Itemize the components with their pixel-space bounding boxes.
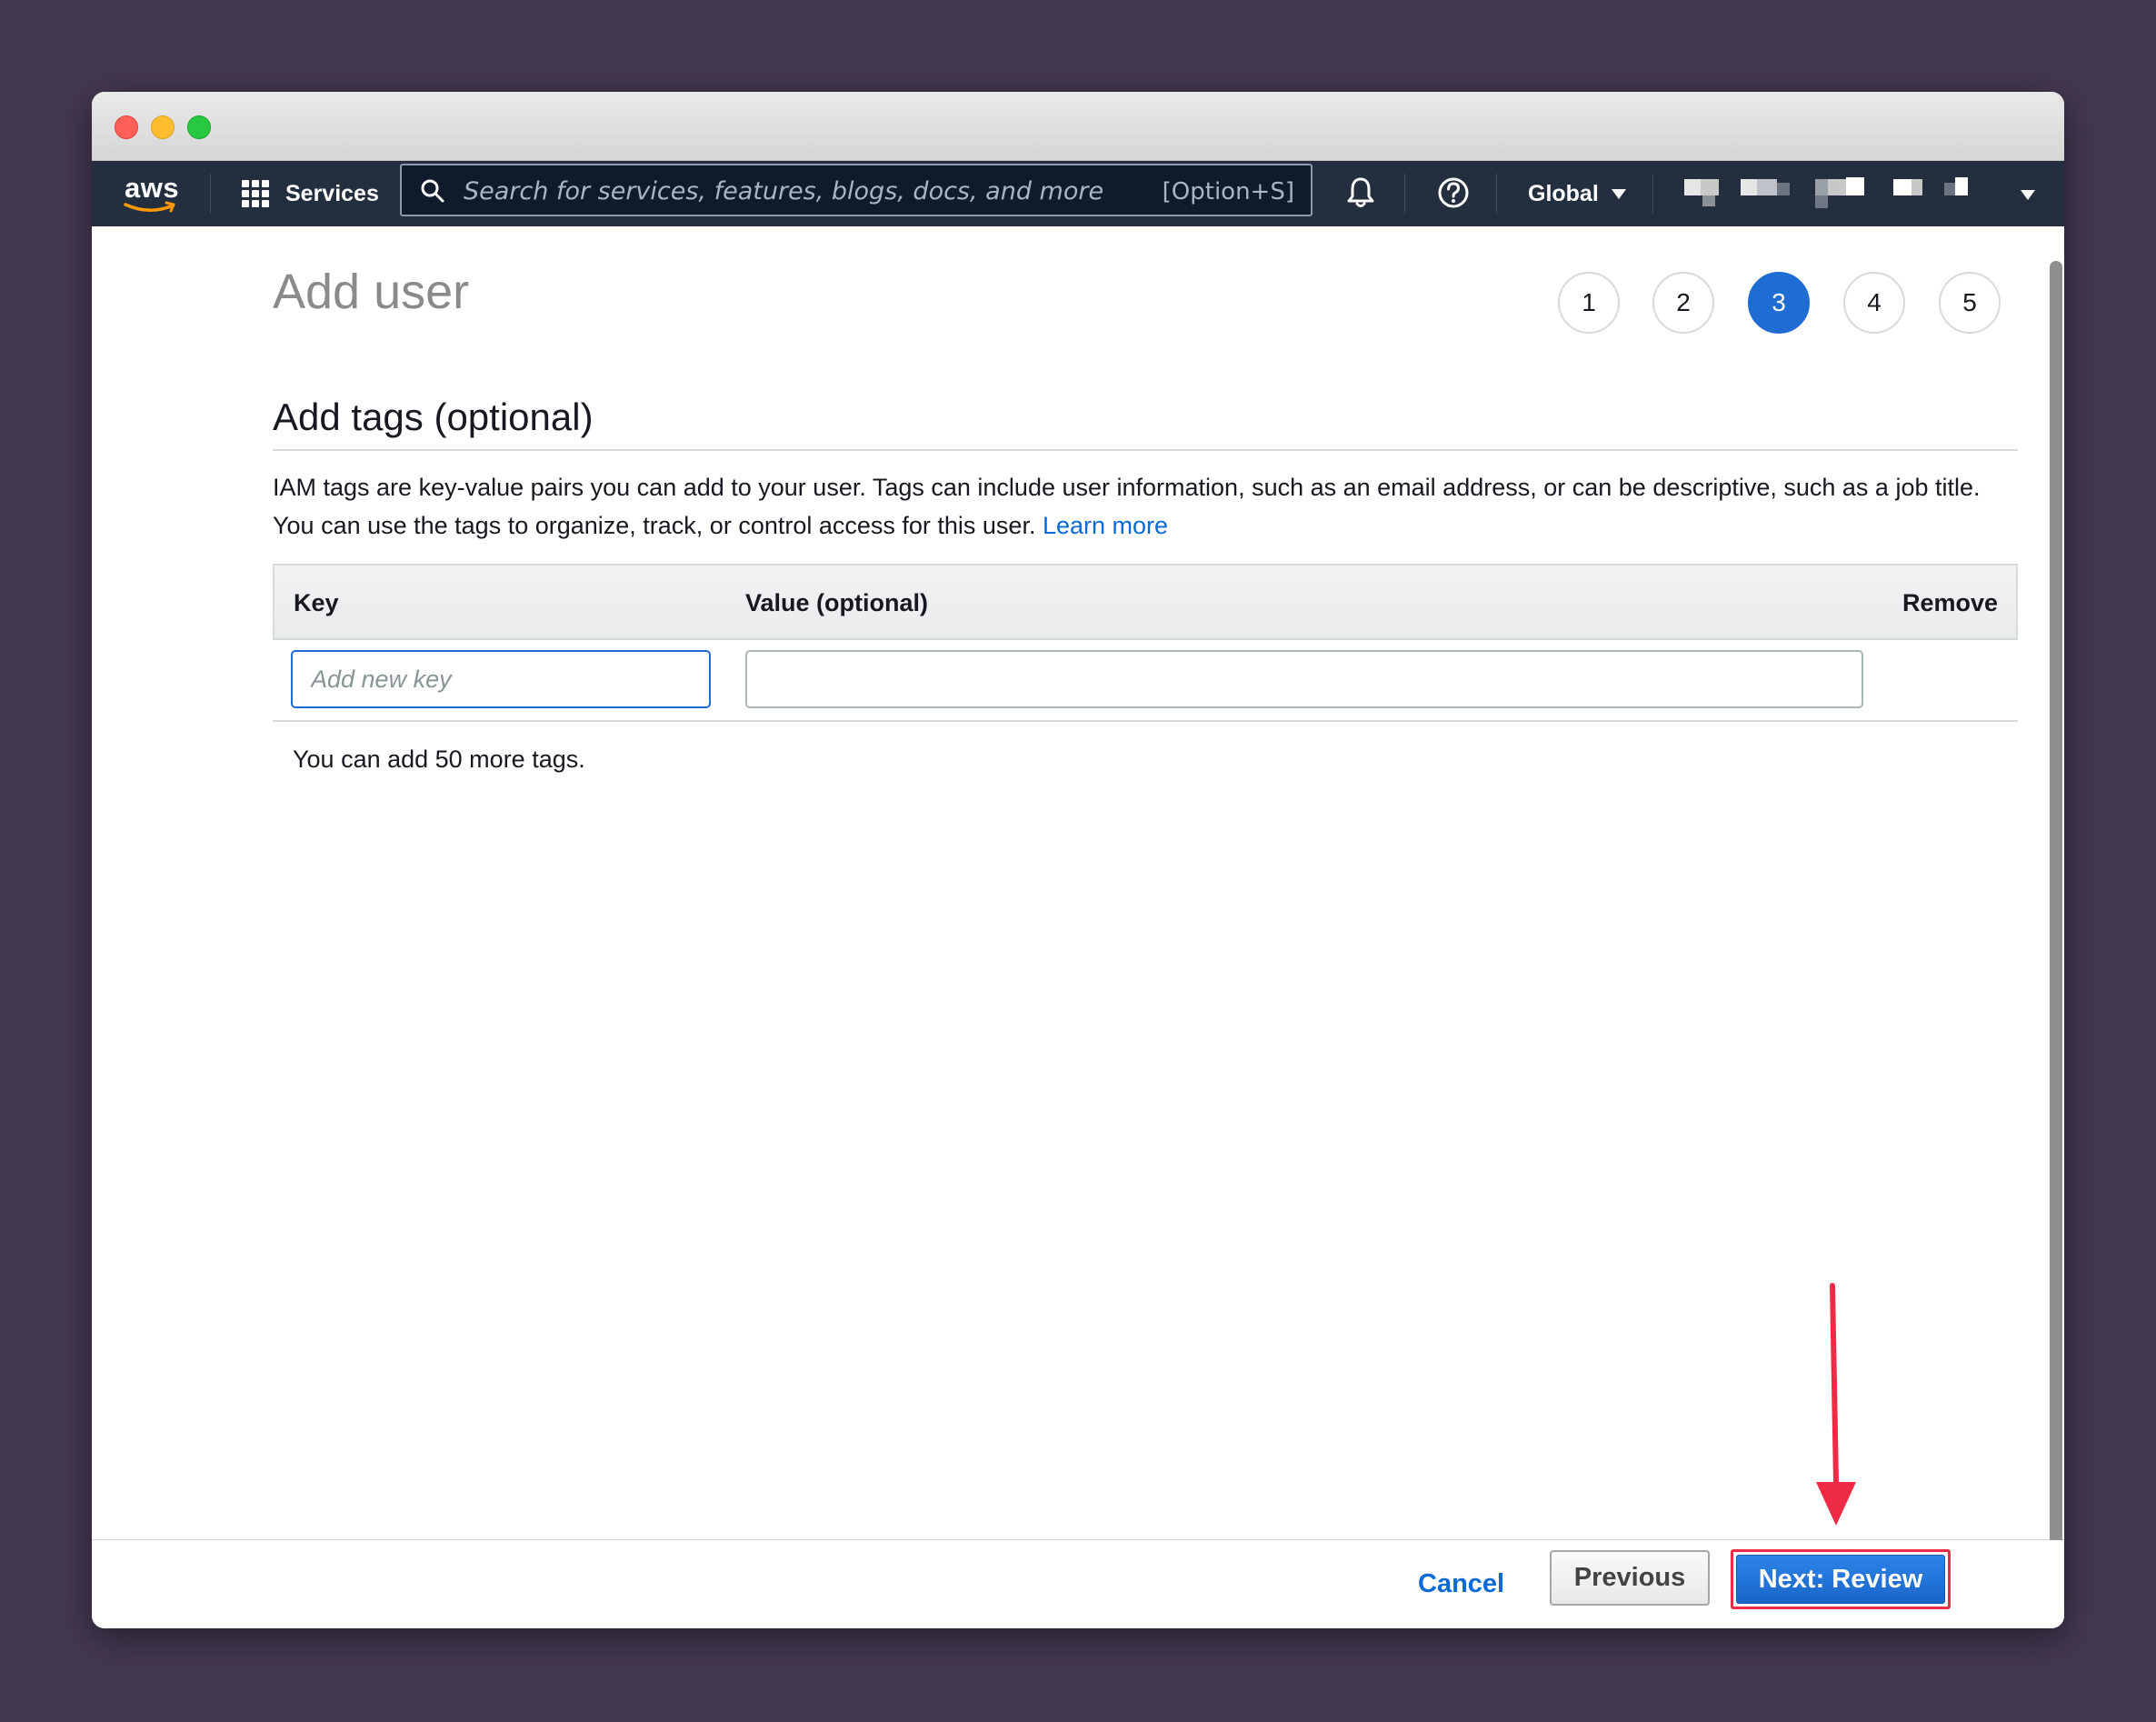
tags-table-header: Key Value (optional) Remove bbox=[273, 564, 2018, 640]
vertical-scrollbar[interactable] bbox=[2050, 261, 2062, 1613]
nav-divider bbox=[1652, 174, 1653, 214]
step-1[interactable]: 1 bbox=[1558, 272, 1620, 334]
step-2[interactable]: 2 bbox=[1652, 272, 1714, 334]
tag-value-input[interactable] bbox=[745, 650, 1863, 708]
nav-divider bbox=[1496, 174, 1497, 214]
region-selector[interactable]: Global bbox=[1528, 174, 1626, 214]
services-menu-button[interactable]: Services bbox=[242, 174, 379, 214]
nav-divider bbox=[1404, 174, 1405, 214]
section-description: IAM tags are key-value pairs you can add… bbox=[273, 468, 2018, 545]
section-title: Add tags (optional) bbox=[273, 395, 594, 438]
header-key: Key bbox=[294, 589, 339, 616]
nav-divider bbox=[210, 174, 211, 214]
browser-window: aws Services [Option+S] bbox=[92, 92, 2064, 1628]
grid-icon bbox=[242, 180, 269, 207]
services-label: Services bbox=[285, 180, 379, 206]
close-window-button[interactable] bbox=[115, 115, 138, 139]
learn-more-link[interactable]: Learn more bbox=[1043, 512, 1168, 539]
chevron-down-icon bbox=[2021, 190, 2035, 200]
previous-button[interactable]: Previous bbox=[1550, 1550, 1710, 1606]
annotation-highlight-box: Next: Review bbox=[1731, 1549, 1951, 1609]
tag-key-input[interactable] bbox=[291, 650, 711, 708]
header-value: Value (optional) bbox=[745, 589, 929, 616]
cancel-button[interactable]: Cancel bbox=[1409, 1557, 1513, 1611]
row-divider bbox=[273, 720, 2018, 722]
annotation-arrow-icon bbox=[1816, 1283, 1856, 1526]
bell-icon[interactable] bbox=[1345, 175, 1376, 211]
search-box[interactable]: [Option+S] bbox=[400, 164, 1313, 216]
step-3-active[interactable]: 3 bbox=[1748, 272, 1810, 334]
search-shortcut-hint: [Option+S] bbox=[1162, 178, 1294, 205]
wizard-footer: Cancel Previous Next: Review bbox=[92, 1540, 2064, 1628]
step-5[interactable]: 5 bbox=[1939, 272, 2001, 334]
tags-remaining-text: You can add 50 more tags. bbox=[293, 746, 585, 773]
region-label: Global bbox=[1528, 180, 1599, 206]
zoom-window-button[interactable] bbox=[187, 115, 211, 139]
search-icon bbox=[421, 179, 444, 203]
help-icon[interactable] bbox=[1436, 175, 1471, 210]
header-remove: Remove bbox=[1901, 589, 1998, 616]
aws-navbar: aws Services [Option+S] bbox=[92, 161, 2064, 226]
account-menu-redacted[interactable] bbox=[1682, 172, 2055, 215]
minimize-window-button[interactable] bbox=[151, 115, 175, 139]
search-input[interactable] bbox=[462, 173, 1147, 209]
page-title: Add user bbox=[273, 265, 470, 319]
next-review-button[interactable]: Next: Review bbox=[1736, 1555, 1945, 1604]
aws-logo[interactable]: aws bbox=[119, 170, 183, 217]
main-content: Add user 1 2 3 4 5 Add tags (optional) I… bbox=[92, 226, 2064, 1541]
section-divider bbox=[273, 449, 2018, 451]
window-titlebar bbox=[92, 92, 2064, 161]
aws-smile-icon bbox=[124, 201, 175, 213]
chevron-down-icon bbox=[1611, 188, 1626, 199]
aws-logo-text: aws bbox=[125, 172, 180, 204]
step-4[interactable]: 4 bbox=[1843, 272, 1905, 334]
